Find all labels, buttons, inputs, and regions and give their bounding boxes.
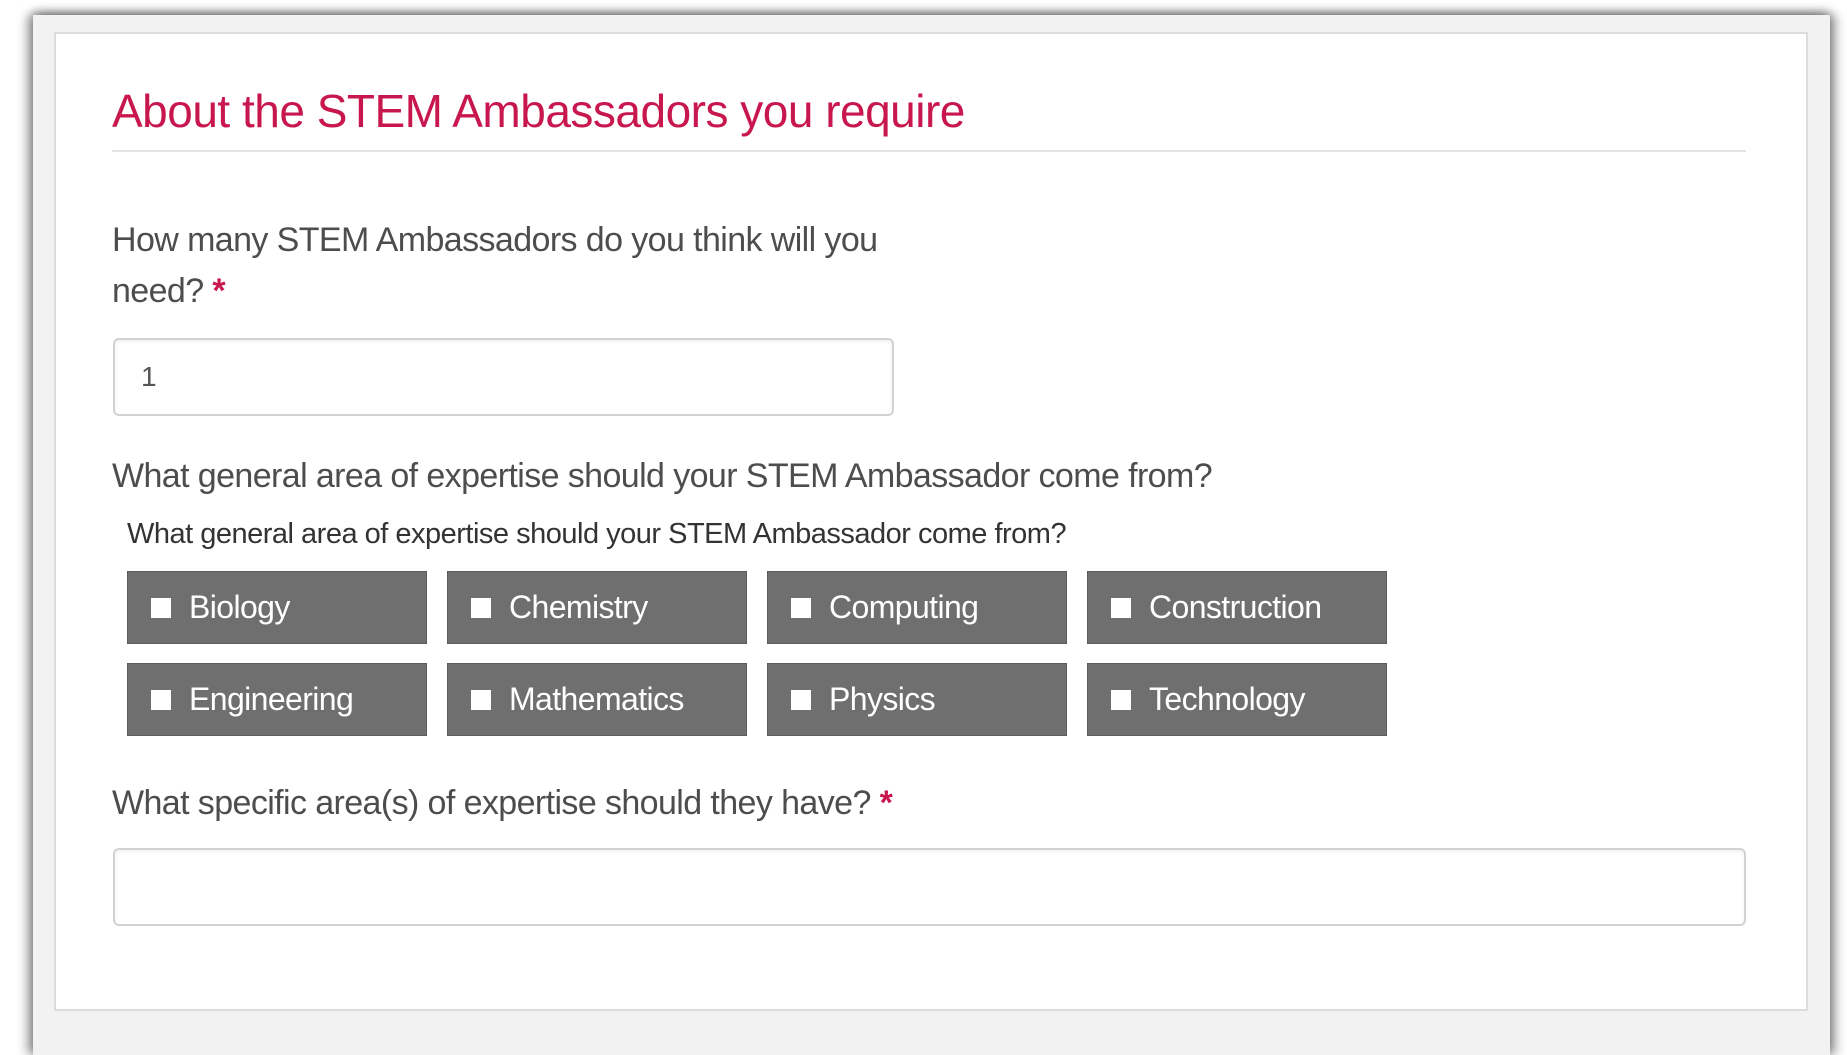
checkbox-mathematics[interactable] <box>471 689 491 710</box>
option-label-construction: Construction <box>1149 589 1322 625</box>
option-computing[interactable]: Computing <box>767 571 1067 644</box>
option-technology[interactable]: Technology <box>1087 663 1387 736</box>
option-label-computing: Computing <box>829 589 979 625</box>
option-physics[interactable]: Physics <box>767 663 1067 736</box>
general-area-group-legend: What general area of expertise should yo… <box>127 518 1067 550</box>
ambassador-count-label: How many STEM Ambassadors do you think w… <box>112 221 878 260</box>
ambassador-count-input[interactable] <box>113 338 894 416</box>
option-chemistry[interactable]: Chemistry <box>447 571 747 644</box>
checkbox-computing[interactable] <box>791 597 811 618</box>
option-label-technology: Technology <box>1149 681 1306 717</box>
option-mathematics[interactable]: Mathematics <box>447 663 747 736</box>
ambassador-count-label-continued: need? * <box>112 272 226 311</box>
option-label-physics: Physics <box>829 681 936 717</box>
section-title: About the STEM Ambassadors you require <box>112 85 965 137</box>
checkbox-physics[interactable] <box>791 689 811 710</box>
checkbox-biology[interactable] <box>151 597 171 618</box>
option-biology[interactable]: Biology <box>127 571 427 644</box>
specific-area-label-text: What specific area(s) of expertise shoul… <box>112 784 871 822</box>
option-construction[interactable]: Construction <box>1087 571 1387 644</box>
general-area-options: Biology Chemistry Computing Construction… <box>127 571 1387 736</box>
checkbox-technology[interactable] <box>1111 689 1131 710</box>
general-area-label: What general area of expertise should yo… <box>112 457 1213 495</box>
section-divider <box>112 150 1746 152</box>
required-marker: * <box>212 272 226 310</box>
checkbox-chemistry[interactable] <box>471 597 491 618</box>
specific-area-label: What specific area(s) of expertise shoul… <box>112 784 893 823</box>
required-marker: * <box>879 784 893 822</box>
ambassador-count-label-text-continued: need? <box>112 272 204 310</box>
checkbox-engineering[interactable] <box>151 689 171 710</box>
option-label-chemistry: Chemistry <box>509 589 648 625</box>
ambassador-count-label-text: How many STEM Ambassadors do you think w… <box>112 221 878 259</box>
option-label-biology: Biology <box>189 589 290 625</box>
option-label-mathematics: Mathematics <box>509 681 684 717</box>
specific-area-input[interactable] <box>113 848 1746 926</box>
checkbox-construction[interactable] <box>1111 597 1131 618</box>
option-engineering[interactable]: Engineering <box>127 663 427 736</box>
option-label-engineering: Engineering <box>189 681 354 717</box>
